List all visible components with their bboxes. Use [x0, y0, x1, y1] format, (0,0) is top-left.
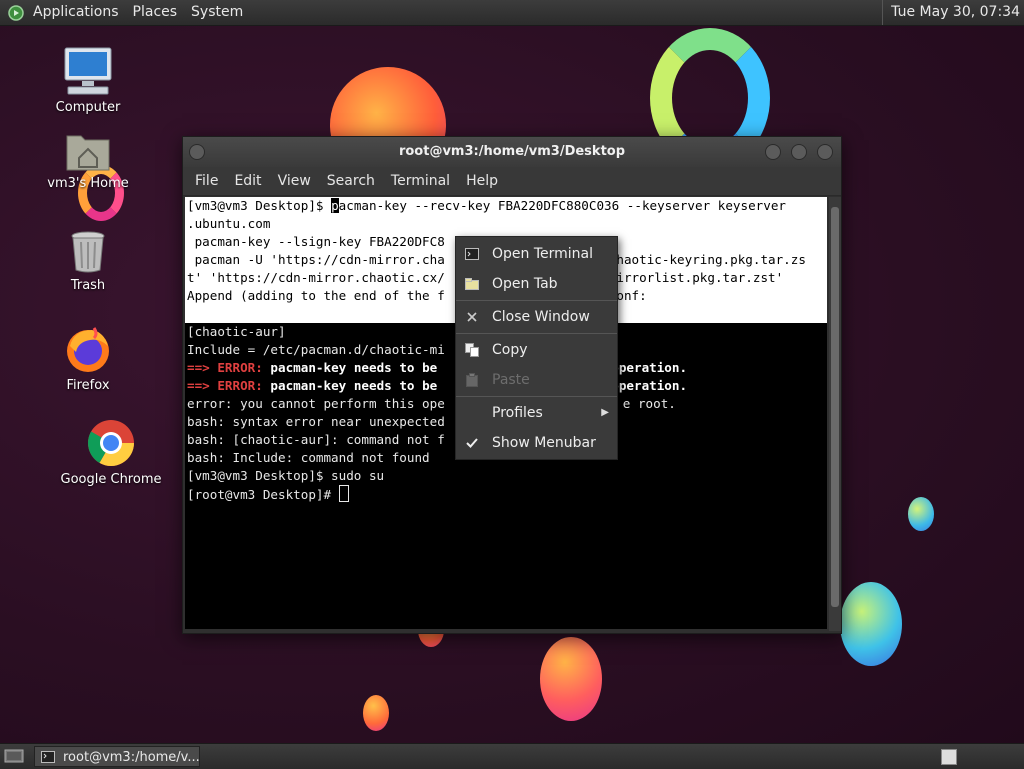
context-menu: Open Terminal Open Tab Close Window Copy… [455, 236, 618, 460]
bottom-panel: root@vm3:/home/v... [0, 743, 1024, 769]
close-window-button[interactable] [817, 144, 833, 160]
distro-logo-icon[interactable] [8, 4, 24, 21]
computer-icon [64, 47, 112, 95]
minimize-button[interactable] [765, 144, 781, 160]
window-titlebar[interactable]: root@vm3:/home/vm3/Desktop [183, 137, 841, 167]
trash-icon [71, 231, 105, 273]
terminal-line: [vm3@vm3 Desktop]$ sudo su [187, 468, 385, 483]
menu-item-label: Profiles [492, 405, 543, 421]
root-prompt: [root@vm3 Desktop]# [187, 487, 339, 502]
taskbar-label: root@vm3:/home/v... [63, 750, 200, 765]
desktop-icon-label: Trash [70, 278, 106, 293]
text-segment: chaotic-keyring.pkg.tar.zs [608, 252, 806, 267]
small-egg-decoration [908, 497, 934, 531]
menu-item-show-menubar[interactable]: Show Menubar [456, 428, 617, 458]
copy-icon [465, 343, 479, 357]
terminal-menubar: File Edit View Search Terminal Help [183, 167, 841, 196]
cursor-char: p [331, 198, 339, 213]
error-label: ERROR: [217, 360, 271, 375]
places-menu[interactable]: Places [126, 0, 185, 25]
terminal-line: [root@vm3 Desktop]# [185, 485, 827, 503]
desktop-icon-firefox[interactable]: Firefox [38, 326, 138, 393]
window-title: root@vm3:/home/vm3/Desktop [398, 144, 626, 159]
clock[interactable]: Tue May 30, 07:34 [882, 0, 1020, 25]
terminal-scrollbar[interactable] [829, 197, 841, 631]
top-panel: Applications Places System Tue May 30, 0… [0, 0, 1024, 26]
menu-separator [456, 333, 617, 334]
error-arrow: ==> [187, 360, 218, 375]
error-message-end: operation. [611, 360, 688, 375]
desktop-icon-label: Firefox [66, 378, 110, 393]
menu-item-open-tab[interactable]: Open Tab [456, 269, 617, 299]
text-segment: Append (adding to the end of the f [187, 288, 445, 303]
command-text: acman-key --recv-key FBA220DFC880C036 --… [338, 198, 786, 213]
paste-icon [466, 373, 478, 387]
text-segment: t' 'https://cdn-mirror.chaotic.cx/ [187, 270, 445, 285]
window-menu-button[interactable] [189, 144, 205, 160]
maximize-button[interactable] [791, 144, 807, 160]
menu-item-paste: Paste [456, 365, 617, 395]
menu-item-label: Open Terminal [492, 246, 594, 262]
desktop-icon-chrome[interactable]: Google Chrome [60, 418, 162, 487]
desktop-icon-computer[interactable]: Computer [38, 46, 138, 115]
error-message: pacman-key needs to be [270, 360, 438, 375]
tiny-egg-decoration [363, 695, 389, 731]
error-label: ERROR: [217, 378, 271, 393]
desktop-icon-trash[interactable]: Trash [38, 230, 138, 293]
taskbar-terminal-button[interactable]: root@vm3:/home/v... [34, 746, 200, 767]
new-tab-icon [465, 278, 479, 290]
menu-item-label: Open Tab [492, 276, 558, 292]
home-folder-icon [66, 135, 110, 171]
menu-item-label: Paste [492, 372, 530, 388]
text-cursor [338, 485, 349, 502]
menu-file[interactable]: File [187, 173, 226, 189]
text-segment: mirrorlist.pkg.tar.zst' [608, 270, 784, 285]
desktop-icon-label: Computer [55, 100, 121, 115]
desktop-icon-label: vm3's Home [47, 176, 129, 191]
menu-item-label: Show Menubar [492, 435, 596, 451]
menu-item-open-terminal[interactable]: Open Terminal [456, 239, 617, 269]
text-segment: pacman -U 'https://cdn-mirror.cha [187, 252, 445, 267]
close-icon [467, 312, 477, 322]
terminal-line: .ubuntu.com [185, 215, 827, 233]
menu-view[interactable]: View [270, 173, 319, 189]
error-arrow: ==> [187, 378, 218, 393]
check-icon [466, 438, 478, 448]
submenu-arrow-icon: ▶ [601, 407, 609, 418]
workspace-switcher[interactable] [941, 749, 957, 765]
text-segment: e root. [622, 396, 676, 411]
pink-egg-decoration [540, 637, 602, 721]
text-segment: error: you cannot perform this ope [187, 396, 445, 411]
terminal-line: [vm3@vm3 Desktop]$ pacman-key --recv-key… [185, 197, 827, 215]
show-desktop-icon[interactable] [4, 748, 24, 764]
scrollbar-thumb[interactable] [831, 207, 839, 607]
terminal-icon [41, 751, 55, 763]
error-message-end: operation. [611, 378, 688, 393]
menu-item-profiles[interactable]: Profiles ▶ [456, 398, 617, 428]
menu-help[interactable]: Help [458, 173, 506, 189]
applications-menu[interactable]: Applications [26, 0, 126, 25]
blue-egg-decoration [840, 582, 902, 666]
firefox-icon [67, 327, 109, 372]
prompt-text: [vm3@vm3 Desktop]$ [187, 198, 332, 213]
menu-search[interactable]: Search [319, 173, 383, 189]
terminal-icon [465, 248, 479, 260]
system-menu[interactable]: System [184, 0, 250, 25]
menu-item-label: Close Window [492, 309, 590, 325]
menu-item-copy[interactable]: Copy [456, 335, 617, 365]
menu-separator [456, 396, 617, 397]
desktop-icon-home[interactable]: vm3's Home [38, 130, 138, 191]
menu-item-close-window[interactable]: Close Window [456, 302, 617, 332]
desktop-icon-label: Google Chrome [60, 472, 162, 487]
menu-edit[interactable]: Edit [226, 173, 269, 189]
error-message: pacman-key needs to be [270, 378, 438, 393]
chrome-icon [88, 420, 134, 466]
menu-item-label: Copy [492, 342, 528, 358]
menu-separator [456, 300, 617, 301]
menu-terminal[interactable]: Terminal [383, 173, 458, 189]
